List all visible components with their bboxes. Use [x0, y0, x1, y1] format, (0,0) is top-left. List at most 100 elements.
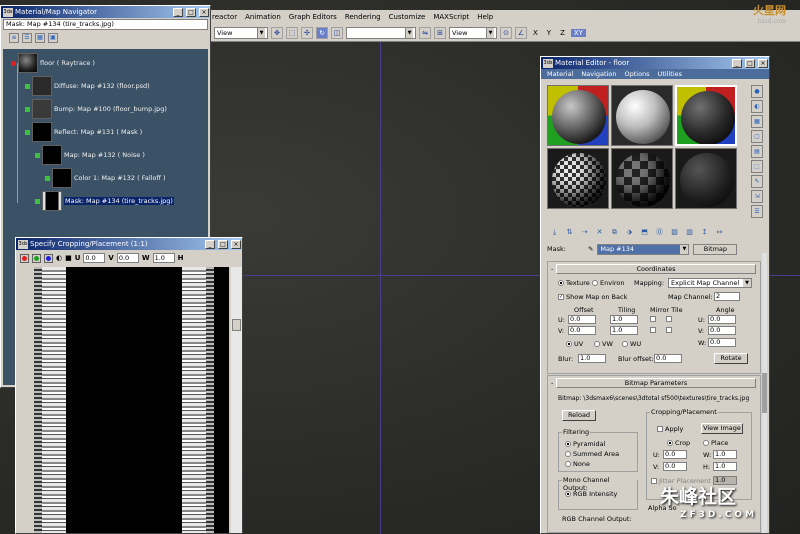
crop-w-field[interactable]: 1.0: [713, 450, 737, 459]
show-map-icon[interactable]: ▨: [669, 227, 680, 238]
maximize-button[interactable]: □: [186, 7, 196, 17]
rgb-intensity-radio[interactable]: RGB Intensity: [565, 490, 617, 498]
mapping-dropdown[interactable]: Explicit Map Channel ▼: [668, 278, 752, 288]
sample-slot-5[interactable]: [611, 148, 673, 209]
map-name-field[interactable]: Map #134 ▼: [597, 243, 690, 255]
close-button[interactable]: ×: [231, 239, 241, 249]
jitter-field[interactable]: 1.0: [713, 476, 737, 485]
video-check-icon[interactable]: ▤: [751, 145, 763, 158]
green-channel-button[interactable]: [32, 253, 41, 263]
u-tile-checkbox[interactable]: [666, 316, 672, 322]
menu-material[interactable]: Material: [547, 69, 573, 79]
rotate-button[interactable]: Rotate: [714, 353, 748, 364]
sample-slot-2[interactable]: [611, 85, 673, 146]
named-selection-dropdown[interactable]: ▼: [346, 26, 416, 39]
place-radio[interactable]: Place: [703, 439, 728, 447]
menu-help[interactable]: Help: [477, 13, 493, 21]
sample-slot-4[interactable]: [547, 148, 609, 209]
tree-node-bump[interactable]: Bump: Map #100 (floor_bump.jpg): [25, 99, 167, 119]
crop-h-field[interactable]: 1.0: [713, 462, 737, 471]
crop-u-field[interactable]: 0.0: [663, 450, 687, 459]
background-icon[interactable]: ▦: [751, 115, 763, 128]
tree-node-falloff[interactable]: Color 1: Map #132 ( Falloff ): [45, 168, 166, 188]
u-tiling-input[interactable]: 1.0: [610, 315, 638, 324]
v-tiling-input[interactable]: 1.0: [610, 326, 638, 335]
sample-slot-6[interactable]: [675, 148, 737, 209]
mated-scrollbar[interactable]: [762, 253, 767, 533]
menu-utilities[interactable]: Utilities: [658, 69, 682, 79]
menu-customize[interactable]: Customize: [389, 13, 426, 21]
v-offset-input[interactable]: 0.0: [568, 326, 596, 335]
tree-node-floor[interactable]: floor ( Raytrace ): [11, 53, 95, 73]
menu-options[interactable]: Options: [624, 69, 649, 79]
v-mirror-checkbox[interactable]: [650, 327, 656, 333]
environ-radio[interactable]: Environ: [592, 279, 625, 287]
u-offset-input[interactable]: 0.0: [568, 315, 596, 324]
tree-node-diffuse[interactable]: Diffuse: Map #132 (floor.psd): [25, 76, 150, 96]
pivot-icon[interactable]: ✥: [271, 26, 283, 39]
mated-titlebar[interactable]: 3ds Material Editor - floor _ □ ×: [541, 57, 769, 69]
align-icon[interactable]: ⊞: [434, 26, 446, 39]
texture-radio[interactable]: Texture: [558, 279, 590, 287]
view-list-icon[interactable]: ≡: [9, 33, 19, 43]
tree-node-mask-selected[interactable]: Mask: Map #134 (tire_tracks.jpg): [35, 191, 174, 211]
crop-titlebar[interactable]: 3ds Specify Cropping/Placement (1:1) _ □…: [16, 238, 242, 250]
maximize-button[interactable]: □: [218, 239, 228, 249]
show-end-result-icon[interactable]: ▥: [684, 227, 695, 238]
menu-navigation[interactable]: Navigation: [581, 69, 616, 79]
axis-z[interactable]: Z: [557, 29, 568, 37]
menu-animation[interactable]: Animation: [245, 13, 281, 21]
sample-slot-1[interactable]: [547, 85, 609, 146]
jitter-placement-checkbox[interactable]: Jitter Placement: [651, 477, 711, 485]
pyramidal-radio[interactable]: Pyramidal: [565, 440, 605, 448]
crop-w-input[interactable]: 1.0: [152, 253, 175, 263]
bitmap-path-button[interactable]: Bitmap: \3dsmax6\scenes\3dtotal sf500\te…: [558, 395, 749, 402]
pick-icon[interactable]: ✎: [588, 245, 593, 253]
axis-xy[interactable]: XY: [570, 28, 586, 37]
axis-y[interactable]: Y: [544, 29, 554, 37]
crop-v-input[interactable]: 0.0: [116, 253, 139, 263]
angle-w-input[interactable]: 0.0: [708, 338, 736, 347]
blur-input[interactable]: 1.0: [578, 354, 606, 363]
crop-image-canvas[interactable]: [34, 267, 229, 533]
get-material-icon[interactable]: ⤓: [549, 227, 560, 238]
uv-tiling-icon[interactable]: ▢: [751, 130, 763, 143]
tree-node-noise[interactable]: Map: Map #132 ( Noise ): [35, 145, 145, 165]
blur-offset-input[interactable]: 0.0: [654, 354, 682, 363]
crop-scrollbar[interactable]: [231, 267, 242, 533]
wu-radio[interactable]: WU: [622, 340, 641, 348]
make-copy-icon[interactable]: ⧉: [609, 227, 620, 238]
view-small-icons-icon[interactable]: ▦: [35, 33, 45, 43]
map-type-button[interactable]: Bitmap: [693, 243, 738, 255]
move-icon[interactable]: ✣: [301, 26, 313, 39]
minimize-button[interactable]: _: [732, 58, 742, 68]
show-map-on-back-checkbox[interactable]: ✓ Show Map on Back: [558, 293, 627, 301]
blue-channel-button[interactable]: [44, 253, 53, 263]
minimize-button[interactable]: _: [173, 7, 183, 17]
sample-type-icon[interactable]: ●: [751, 85, 763, 98]
crop-u-input[interactable]: 0.0: [83, 253, 106, 263]
mono-icon[interactable]: ■: [65, 254, 72, 262]
view-list-icons-icon[interactable]: ☰: [22, 33, 32, 43]
tree-node-reflect[interactable]: Reflect: Map #131 ( Mask ): [25, 122, 142, 142]
summed-area-radio[interactable]: Summed Area: [565, 450, 619, 458]
close-button[interactable]: ×: [199, 7, 209, 17]
vw-radio[interactable]: VW: [594, 340, 613, 348]
snap-icon[interactable]: ⊙: [500, 26, 512, 39]
options-icon[interactable]: ✎: [751, 175, 763, 188]
none-radio[interactable]: None: [565, 460, 590, 468]
maximize-button[interactable]: □: [745, 58, 755, 68]
make-unique-icon[interactable]: ⬗: [624, 227, 635, 238]
view-dropdown[interactable]: View ▼: [449, 26, 497, 39]
view-image-button[interactable]: View Image: [701, 423, 743, 434]
menu-graph-editors[interactable]: Graph Editors: [289, 13, 337, 21]
minimize-button[interactable]: _: [205, 239, 215, 249]
menu-rendering[interactable]: Rendering: [345, 13, 381, 21]
angle-u-input[interactable]: 0.0: [708, 315, 736, 324]
map-channel-input[interactable]: 2: [714, 292, 740, 301]
material-effects-icon[interactable]: ⓪: [654, 227, 665, 238]
bitmap-parameters-header[interactable]: Bitmap Parameters: [551, 378, 756, 388]
backlight-icon[interactable]: ◐: [751, 100, 763, 113]
scale-icon[interactable]: ◫: [331, 26, 343, 39]
mirror-icon[interactable]: ⇋: [419, 26, 431, 39]
